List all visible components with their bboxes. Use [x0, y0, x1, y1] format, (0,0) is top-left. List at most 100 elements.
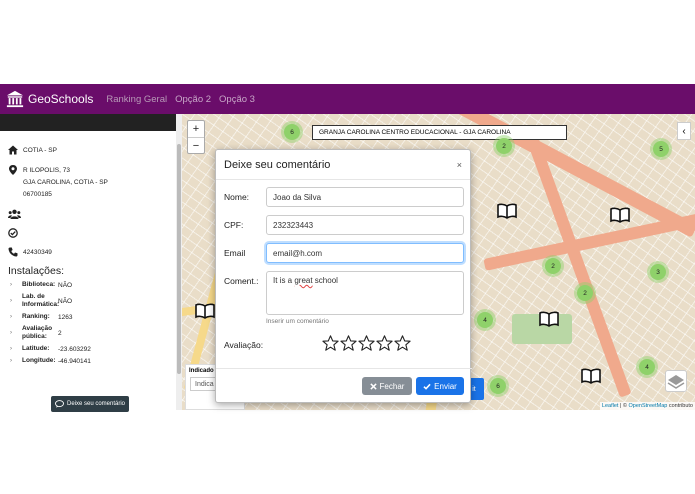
prop-key: Avaliação pública:	[22, 325, 53, 340]
marker-cluster[interactable]: 5	[653, 141, 669, 157]
city-text: COTIA - SP	[23, 147, 57, 154]
comment-row: Coment.:	[224, 276, 266, 286]
cpf-input[interactable]: 232323443	[266, 215, 464, 235]
marker-cluster[interactable]: 2	[496, 138, 512, 154]
leave-comment-label: Deixe seu comentário	[66, 401, 126, 407]
chevron-right-icon: ›	[10, 314, 12, 320]
nav-link-option-2[interactable]: Opção 2	[175, 94, 211, 105]
send-button[interactable]: Enviar	[416, 377, 464, 395]
email-label: Email	[224, 248, 246, 258]
modal-footer: Fechar Enviar	[216, 368, 472, 402]
check-icon	[423, 383, 431, 390]
star-icon[interactable]	[358, 335, 375, 351]
marker-cluster[interactable]: 6	[284, 124, 300, 140]
comment-icon	[55, 400, 64, 408]
prop-public-rating: › Avaliação pública: 2	[0, 325, 176, 341]
prop-longitude: › Longitude: -46.940141	[0, 357, 176, 365]
prop-key: Ranking:	[22, 313, 50, 320]
cpf-row: CPF:	[224, 220, 266, 230]
rating-row: Avaliação:	[224, 340, 266, 350]
close-icon[interactable]: ×	[457, 160, 462, 170]
prop-key: Longitude:	[22, 357, 56, 364]
zoom-out-button[interactable]: −	[188, 137, 204, 153]
nav-link-ranking[interactable]: Ranking Geral	[106, 94, 167, 105]
scrollbar-thumb[interactable]	[177, 144, 181, 374]
close-button[interactable]: Fechar	[362, 377, 412, 395]
chevron-right-icon: ›	[10, 346, 12, 352]
marker-cluster[interactable]: 3	[650, 264, 666, 280]
school-book-icon[interactable]	[497, 203, 517, 219]
school-book-icon[interactable]	[539, 311, 559, 327]
selected-school-label: GRANJA CAROLINA CENTRO EDUCACIONAL - GJA…	[312, 125, 567, 140]
marker-cluster[interactable]: 4	[477, 312, 493, 328]
attribution-tail: contributo	[667, 403, 693, 409]
zoom-control: + −	[187, 120, 205, 154]
facilities-title: Instalações:	[8, 265, 65, 277]
name-label: Nome:	[224, 192, 250, 202]
comment-text-post: school	[312, 276, 338, 285]
phone-icon	[8, 247, 18, 257]
marker-cluster[interactable]: 4	[639, 359, 655, 375]
school-book-icon[interactable]	[581, 368, 601, 384]
phone-text: 42430349	[23, 249, 52, 256]
page: GeoSchools Ranking Geral Opção 2 Opção 3…	[0, 0, 695, 494]
sidebar-header-bar	[0, 114, 176, 131]
zoom-in-button[interactable]: +	[188, 121, 204, 137]
brand-name: GeoSchools	[28, 92, 94, 106]
chevron-right-icon: ›	[10, 282, 12, 288]
star-icon[interactable]	[394, 335, 411, 351]
prop-ranking: › Ranking: 1263	[0, 313, 176, 321]
star-icon[interactable]	[322, 335, 339, 351]
prop-value: NÃO	[58, 297, 73, 305]
prop-value: -46.940141	[58, 357, 91, 365]
comment-textarea[interactable]: It is a great school	[266, 271, 464, 315]
name-input[interactable]: Joao da Silva	[266, 187, 464, 207]
brand[interactable]: GeoSchools	[6, 90, 93, 108]
rating-label: Avaliação:	[224, 340, 264, 350]
city-row: COTIA - SP	[0, 145, 176, 157]
nav-link-option-3[interactable]: Opção 3	[219, 94, 255, 105]
marker-cluster[interactable]: 6	[490, 378, 506, 394]
email-input[interactable]: email@h.com	[266, 243, 464, 263]
comment-text-misspelled: great	[294, 276, 313, 285]
attribution-separator: | ©	[618, 403, 629, 409]
marker-cluster[interactable]: 2	[577, 285, 593, 301]
check-row	[0, 228, 176, 238]
prop-key: Latitude:	[22, 345, 50, 352]
address-street: R ILOPOLIS, 73	[23, 167, 70, 174]
prop-latitude: › Latitude: -23.603292	[0, 345, 176, 353]
name-row: Nome:	[224, 192, 266, 202]
chevron-right-icon: ›	[10, 330, 12, 336]
marker-cluster[interactable]: 2	[545, 258, 561, 274]
address-zip: 06700185	[23, 191, 52, 198]
prop-key: Biblioteca:	[22, 281, 56, 288]
address-row: R ILOPOLIS, 73 GJA CAROLINA, COTIA - SP …	[0, 165, 176, 201]
layers-control[interactable]	[665, 370, 687, 392]
comment-modal: Deixe seu comentário × Nome: Joao da Sil…	[215, 149, 472, 403]
map-marker-icon	[9, 165, 17, 175]
times-icon	[369, 382, 377, 390]
school-book-icon[interactable]	[195, 303, 215, 319]
home-icon	[8, 145, 18, 155]
address-district: GJA CAROLINA, COTIA - SP	[23, 179, 108, 186]
users-row	[0, 209, 176, 219]
leaflet-link[interactable]: Leaflet	[602, 403, 619, 409]
osm-link[interactable]: OpenStreetMap	[628, 403, 667, 409]
panel-toggle-button[interactable]: ‹	[677, 122, 691, 140]
school-book-icon[interactable]	[610, 207, 630, 223]
modal-title: Deixe seu comentário	[224, 158, 331, 171]
chevron-right-icon: ›	[10, 298, 12, 304]
leave-comment-button[interactable]: Deixe seu comentário	[51, 396, 129, 412]
prop-lab: › Lab. de Informática: NÃO	[0, 293, 176, 309]
prop-value: NÃO	[58, 281, 73, 289]
comment-label: Coment.:	[224, 276, 259, 286]
prop-value: 1263	[58, 313, 73, 321]
school-info-sidebar: COTIA - SP R ILOPOLIS, 73 GJA CAROLINA, …	[0, 114, 176, 414]
chevron-right-icon: ›	[10, 358, 12, 364]
star-icon[interactable]	[340, 335, 357, 351]
star-rating[interactable]	[322, 335, 412, 351]
check-circle-icon	[8, 228, 18, 238]
close-button-label: Fechar	[379, 381, 405, 391]
phone-row: 42430349	[0, 247, 176, 259]
star-icon[interactable]	[376, 335, 393, 351]
